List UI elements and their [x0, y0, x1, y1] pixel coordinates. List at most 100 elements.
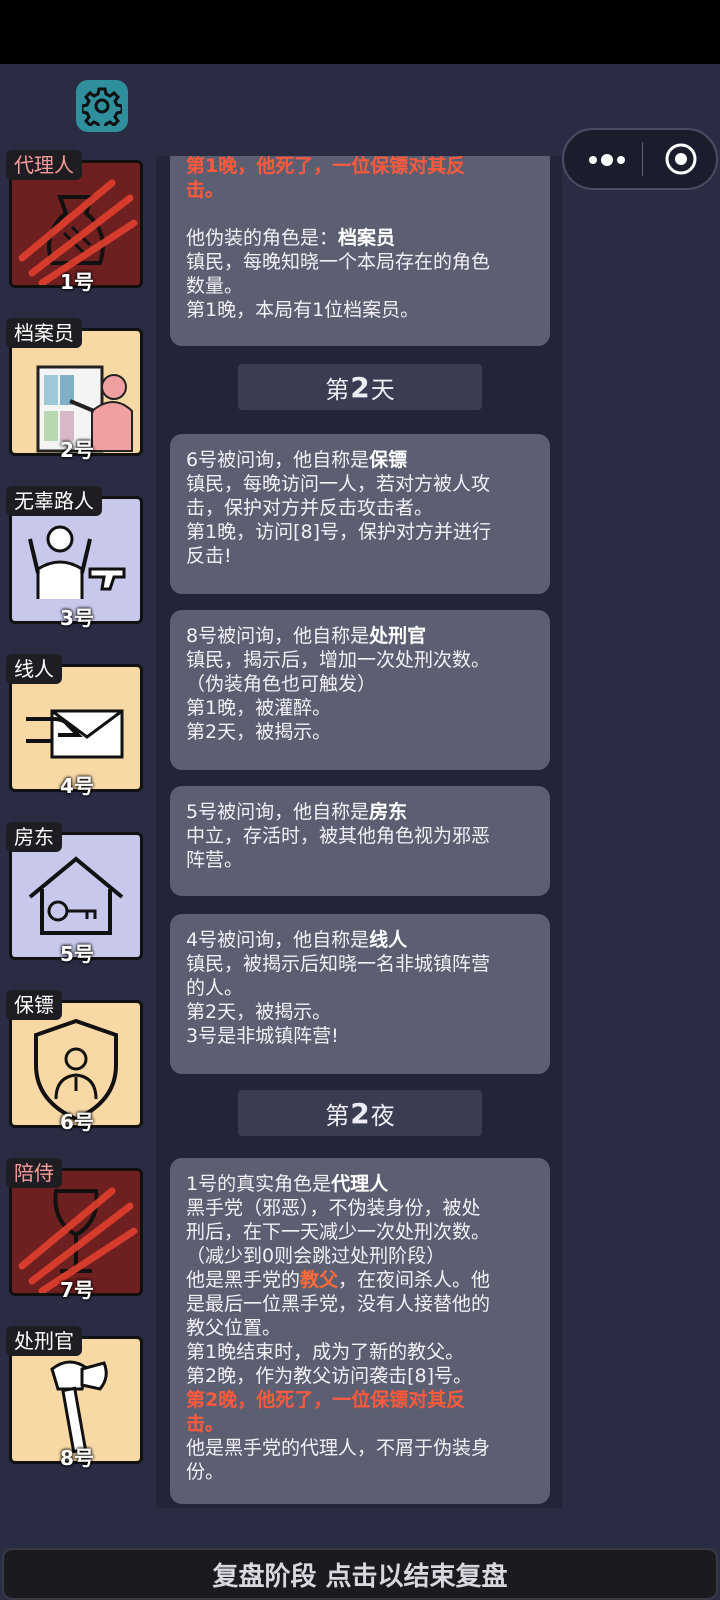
log-text: 4号被问询，他自称是: [186, 929, 370, 951]
player-card-7[interactable]: 陪侍 7号: [6, 1158, 148, 1302]
role-label: 档案员: [6, 318, 82, 348]
player-card-1[interactable]: 代理人 1号: [6, 150, 148, 294]
role-name: 线人: [369, 929, 408, 951]
log-card: 6号被问询，他自称是保镖 镇民，每晚访问一人，若对方被人攻 击，保护对方并反击攻…: [170, 434, 550, 594]
more-dots-icon[interactable]: [584, 148, 630, 172]
player-card-3[interactable]: 无辜路人 3号: [6, 486, 148, 630]
role-label: 陪侍: [6, 1158, 62, 1188]
log-card: 8号被问询，他自称是处刑官 镇民，揭示后，增加一次处刑次数。 （伪装角色也可触发…: [170, 610, 550, 770]
log-line: 他伪装的角色是：档案员: [186, 226, 534, 250]
log-text: ，在夜间杀人。他: [338, 1269, 491, 1291]
log-text: 6号被问询，他自称是: [186, 449, 370, 471]
role-label: 保镖: [6, 990, 62, 1020]
settings-button[interactable]: [76, 80, 128, 132]
divider-text: 第: [325, 375, 350, 404]
log-line: 反击!: [186, 545, 232, 567]
log-line: 第1晚，访问[8]号，保护对方并进行: [186, 521, 492, 543]
log-line: 份。: [186, 1461, 225, 1483]
divider-number: 2: [350, 1096, 370, 1130]
log-line: 8号被问询，他自称是处刑官: [186, 624, 534, 648]
log-line: 镇民，每晚知晓一个本局存在的角色: [186, 251, 491, 273]
log-line: 镇民，揭示后，增加一次处刑次数。: [186, 649, 491, 671]
log-line: 第1晚，本局有1位档案员。: [186, 299, 420, 321]
role-name: 代理人: [331, 1173, 389, 1195]
log-card: 1号的真实角色是代理人 黑手党（邪恶），不伪装身份，被处 刑后，在下一天减少一次…: [170, 1158, 550, 1504]
role-name: 档案员: [338, 227, 396, 249]
role-label: 线人: [6, 654, 62, 684]
day-divider: 第2天: [238, 364, 482, 410]
log-card: 第1晚，他死了，一位保镖对其反 击。 他伪装的角色是：档案员 镇民，每晚知晓一个…: [170, 156, 550, 346]
log-line: 6号被问询，他自称是保镖: [186, 448, 534, 472]
status-bar: [0, 0, 720, 64]
mini-program-capsule: [562, 128, 718, 190]
player-number: 2号: [60, 438, 94, 462]
player-card-6[interactable]: 保镖 6号: [6, 990, 148, 1134]
role-name: 保镖: [369, 449, 408, 471]
log-line: 他是黑手党的代理人，不屑于伪装身: [186, 1437, 491, 1459]
death-note: 击。: [186, 1413, 225, 1435]
player-card-4[interactable]: 线人 4号: [6, 654, 148, 798]
log-line: 镇民，每晚访问一人，若对方被人攻: [186, 473, 491, 495]
role-label: 代理人: [6, 150, 82, 180]
log-line: 第2天，被揭示。: [186, 1001, 332, 1023]
log-line: 4号被问询，他自称是线人: [186, 928, 534, 952]
player-number: 1号: [60, 270, 94, 294]
role-label: 处刑官: [6, 1326, 82, 1356]
log-line: 他是黑手党的教父，在夜间杀人。他: [186, 1268, 534, 1292]
role-name: 房东: [369, 801, 408, 823]
replay-feed[interactable]: 第1晚，他死了，一位保镖对其反 击。 他伪装的角色是：档案员 镇民，每晚知晓一个…: [156, 156, 562, 1508]
log-line: 教父位置。: [186, 1317, 282, 1339]
log-line: 第2晚，作为教父访问袭击[8]号。: [186, 1365, 473, 1387]
log-line: （减少到0则会跳过处刑阶段）: [186, 1245, 446, 1267]
log-text: 8号被问询，他自称是: [186, 625, 370, 647]
log-card: 5号被问询，他自称是房东 中立，存活时，被其他角色视为邪恶 阵营。: [170, 786, 550, 896]
role-label: 房东: [6, 822, 62, 852]
role-name: 处刑官: [369, 625, 427, 647]
log-line: 的人。: [186, 977, 244, 999]
log-text: 1号的真实角色是: [186, 1173, 332, 1195]
player-number: 6号: [60, 1110, 94, 1134]
log-line: 黑手党（邪恶），不伪装身份，被处: [186, 1197, 481, 1219]
death-note: 第2晚，他死了，一位保镖对其反: [186, 1389, 466, 1411]
player-card-2[interactable]: 档案员 2号: [6, 318, 148, 462]
log-text: 5号被问询，他自称是: [186, 801, 370, 823]
log-line: 击，保护对方并反击攻击者。: [186, 497, 434, 519]
log-line: 是最后一位黑手党，没有人接替他的: [186, 1293, 491, 1315]
death-note: 第1晚，他死了，一位保镖对其反: [186, 156, 466, 177]
player-card-5[interactable]: 房东 5号: [6, 822, 148, 966]
log-text: 他是黑手党的: [186, 1269, 301, 1291]
log-line: 第1晚结束时，成为了新的教父。: [186, 1341, 465, 1363]
log-line: 阵营。: [186, 849, 244, 871]
player-number: 5号: [60, 942, 94, 966]
divider-text: 天: [370, 375, 395, 404]
log-text: 他伪装的角色是：: [186, 227, 339, 249]
log-line: 第1晚，被灌醉。: [186, 697, 332, 719]
log-line: 数量。: [186, 275, 244, 297]
player-number: 4号: [60, 774, 94, 798]
end-replay-button[interactable]: 复盘阶段 点击以结束复盘: [2, 1548, 718, 1600]
divider-text: 夜: [370, 1101, 395, 1130]
gear-icon: [82, 87, 122, 126]
log-line: 3号是非城镇阵营!: [186, 1025, 339, 1047]
log-line: 刑后，在下一天减少一次处刑次数。: [186, 1221, 491, 1243]
capsule-divider: [642, 142, 643, 176]
player-number: 3号: [60, 606, 94, 630]
log-line: 1号的真实角色是代理人: [186, 1172, 534, 1196]
player-number: 8号: [60, 1446, 94, 1470]
divider-text: 第: [325, 1101, 350, 1130]
divider-number: 2: [350, 370, 370, 404]
target-icon[interactable]: [664, 142, 698, 176]
log-line: 中立，存活时，被其他角色视为邪恶: [186, 825, 491, 847]
log-line: 第2天，被揭示。: [186, 721, 332, 743]
role-label: 无辜路人: [6, 486, 102, 516]
log-line: 镇民，被揭示后知晓一名非城镇阵营: [186, 953, 491, 975]
log-line: 5号被问询，他自称是房东: [186, 800, 534, 824]
log-line: （伪装角色也可触发）: [186, 673, 377, 695]
player-number: 7号: [60, 1278, 94, 1302]
player-card-8[interactable]: 处刑官 8号: [6, 1326, 148, 1470]
godfather-tag: 教父: [300, 1269, 339, 1291]
death-note: 击。: [186, 179, 225, 201]
log-card: 4号被问询，他自称是线人 镇民，被揭示后知晓一名非城镇阵营 的人。 第2天，被揭…: [170, 914, 550, 1074]
night-divider: 第2夜: [238, 1090, 482, 1136]
